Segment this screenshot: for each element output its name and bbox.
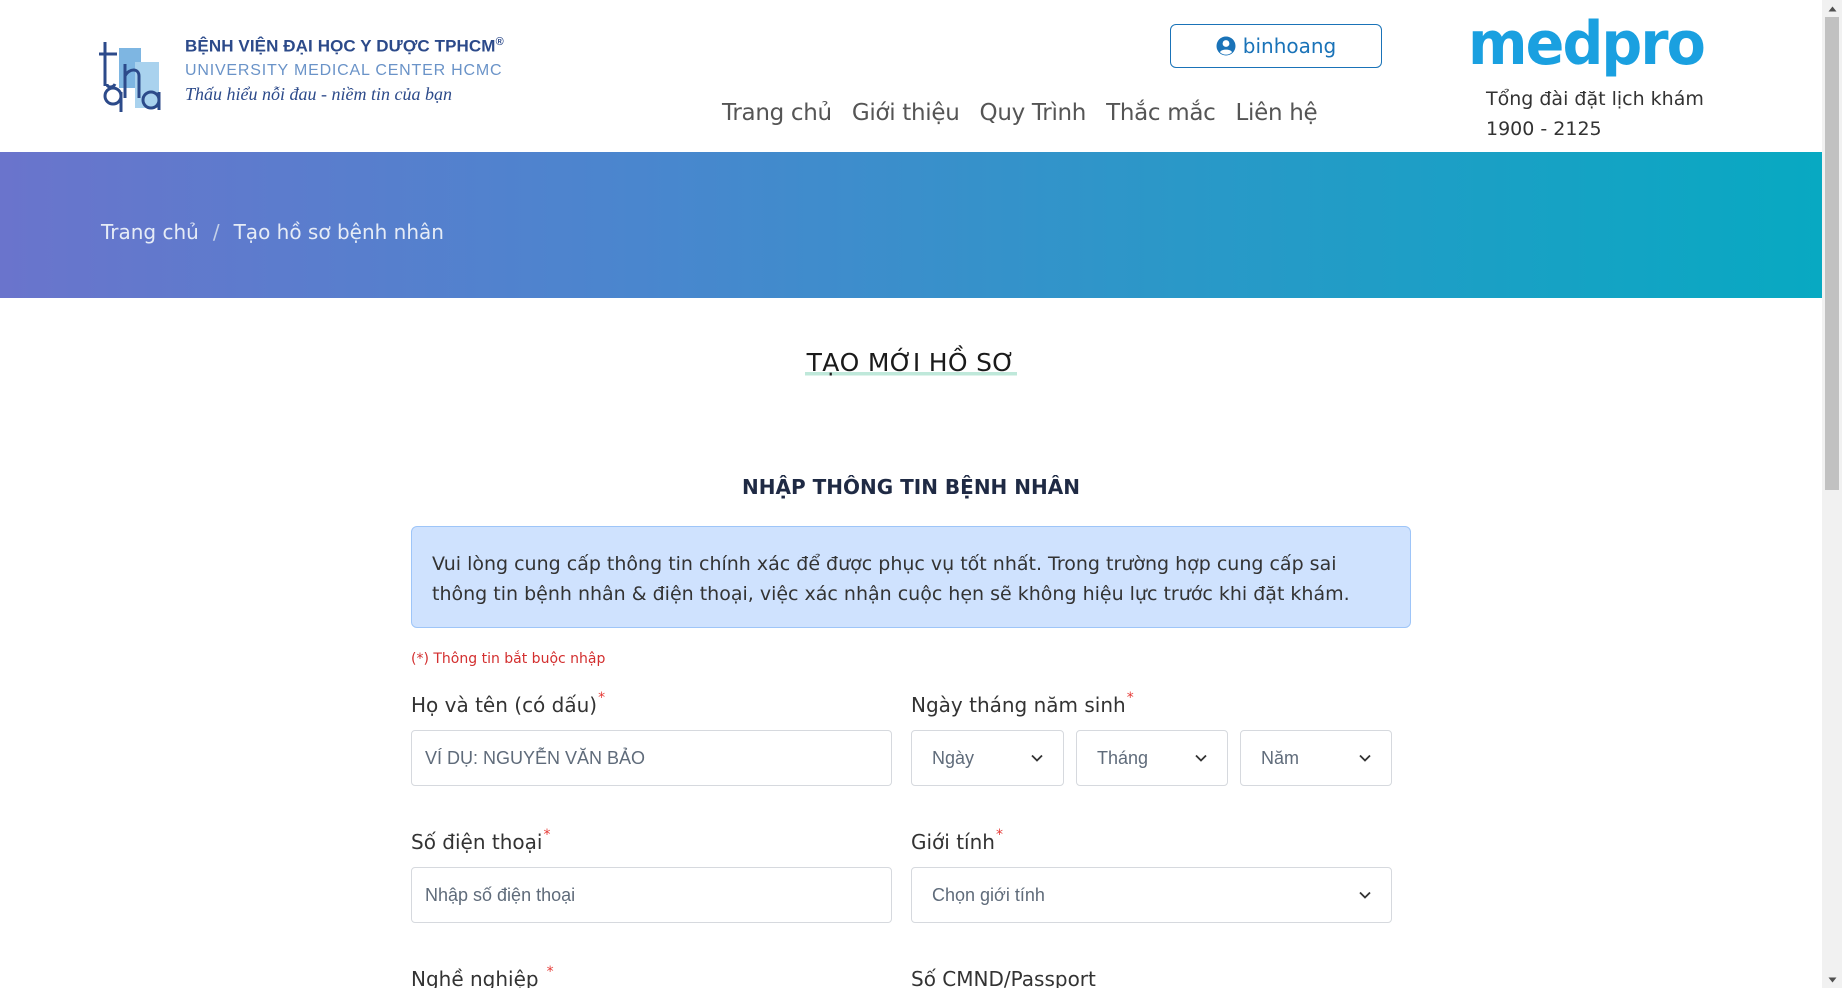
page-banner: Trang chủ / Tạo hồ sơ bệnh nhân	[0, 152, 1822, 298]
id-card-label: Số CMND/Passport	[911, 967, 1096, 988]
chevron-down-icon	[1359, 754, 1371, 762]
triangle-down-icon	[1828, 977, 1836, 982]
chevron-down-icon	[1195, 754, 1207, 762]
scroll-down-arrow[interactable]	[1822, 971, 1842, 988]
user-account-label: binhoang	[1242, 34, 1337, 58]
required-star: *	[543, 827, 551, 843]
gender-select[interactable]: Chọn giới tính	[911, 867, 1392, 923]
medpro-brand-text: medpro	[1468, 9, 1704, 79]
nav-item-process[interactable]: Quy Trình	[970, 100, 1097, 126]
hospital-logo-mark-icon	[99, 42, 161, 112]
main-nav: Trang chủ Giới thiệu Quy Trình Thắc mắc …	[712, 100, 1327, 126]
page-scrollbar[interactable]	[1822, 0, 1842, 988]
dob-label: Ngày tháng năm sinh*	[911, 690, 1134, 717]
medpro-brand-logo[interactable]: medpro	[1468, 8, 1708, 82]
hotline-label: Tổng đài đặt lịch khám	[1486, 88, 1704, 110]
breadcrumb-separator: /	[212, 220, 220, 244]
info-notice: Vui lòng cung cấp thông tin chính xác để…	[411, 526, 1411, 628]
hospital-logo-text: BỆNH VIỆN ĐẠI HỌC Y DƯỢC TPHCM® UNIVERSI…	[185, 36, 504, 105]
dob-day-select[interactable]: Ngày	[911, 730, 1064, 786]
section-title: NHẬP THÔNG TIN BỆNH NHÂN	[742, 475, 1080, 499]
full-name-input[interactable]: VÍ DỤ: NGUYỄN VĂN BẢO	[411, 730, 892, 786]
required-star: *	[598, 690, 606, 706]
nav-item-about[interactable]: Giới thiệu	[842, 100, 970, 126]
site-header: BỆNH VIỆN ĐẠI HỌC Y DƯỢC TPHCM® UNIVERSI…	[0, 0, 1822, 152]
hospital-name: BỆNH VIỆN ĐẠI HỌC Y DƯỢC TPHCM®	[185, 36, 504, 56]
hospital-name-english: UNIVERSITY MEDICAL CENTER HCMC	[185, 61, 503, 79]
gender-label: Giới tính*	[911, 827, 1003, 854]
chevron-down-icon	[1359, 891, 1371, 899]
breadcrumb: Trang chủ / Tạo hồ sơ bệnh nhân	[101, 220, 444, 244]
user-account-button[interactable]: binhoang	[1170, 24, 1382, 68]
breadcrumb-current: Tạo hồ sơ bệnh nhân	[233, 220, 444, 244]
page-title: TẠO MỚI HỒ SƠ	[804, 348, 1018, 377]
registered-mark: ®	[495, 36, 504, 48]
dob-year-select[interactable]: Năm	[1240, 730, 1392, 786]
chevron-down-icon	[1031, 754, 1043, 762]
name-label: Họ và tên (có dấu)*	[411, 690, 606, 717]
required-star: *	[546, 964, 554, 980]
scroll-thumb[interactable]	[1825, 17, 1839, 490]
hospital-slogan: Thấu hiểu nỗi đau - niềm tin của bạn	[185, 83, 452, 104]
breadcrumb-home-link[interactable]: Trang chủ	[101, 220, 199, 244]
job-label: Nghề nghiệp *	[411, 964, 554, 988]
user-circle-icon	[1216, 36, 1236, 56]
nav-item-faq[interactable]: Thắc mắc	[1096, 100, 1225, 126]
hotline-info: Tổng đài đặt lịch khám 1900 - 2125	[1486, 84, 1704, 144]
hotline-number[interactable]: 1900 - 2125	[1486, 114, 1704, 144]
dob-month-select[interactable]: Tháng	[1076, 730, 1228, 786]
required-note: (*) Thông tin bắt buộc nhập	[411, 651, 606, 667]
hospital-logo[interactable]: BỆNH VIỆN ĐẠI HỌC Y DƯỢC TPHCM® UNIVERSI…	[99, 36, 504, 116]
nav-item-home[interactable]: Trang chủ	[712, 100, 842, 126]
required-star: *	[995, 827, 1003, 843]
page: BỆNH VIỆN ĐẠI HỌC Y DƯỢC TPHCM® UNIVERSI…	[0, 0, 1822, 988]
scroll-up-arrow[interactable]	[1822, 0, 1842, 17]
phone-label: Số điện thoại*	[411, 827, 551, 854]
nav-item-contact[interactable]: Liên hệ	[1226, 100, 1328, 126]
required-star: *	[1126, 690, 1134, 706]
triangle-up-icon	[1828, 6, 1836, 11]
phone-input[interactable]: Nhập số điện thoại	[411, 867, 892, 923]
